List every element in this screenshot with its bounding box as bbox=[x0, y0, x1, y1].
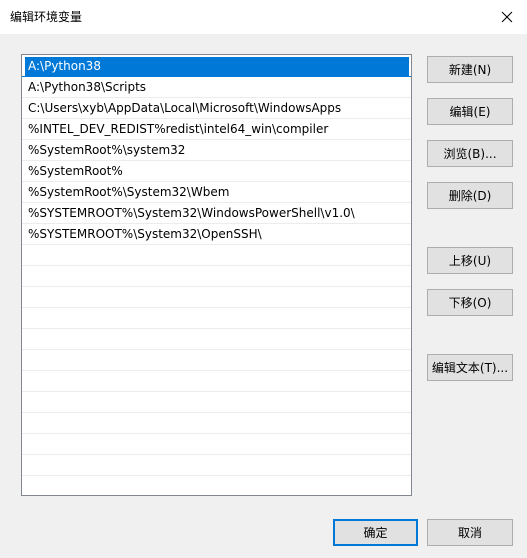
path-list-item[interactable]: %INTEL_DEV_REDIST%redist\intel64_win\com… bbox=[22, 119, 411, 140]
path-list-item-label: %SystemRoot%\System32\Wbem bbox=[28, 185, 230, 199]
path-list-empty-row[interactable] bbox=[22, 245, 411, 266]
path-list-empty-row[interactable] bbox=[22, 329, 411, 350]
new-button[interactable]: 新建(N) bbox=[427, 56, 513, 83]
path-list-item-label: C:\Users\xyb\AppData\Local\Microsoft\Win… bbox=[28, 101, 342, 115]
edit-button[interactable]: 编辑(E) bbox=[427, 98, 513, 125]
dialog-title: 编辑环境变量 bbox=[10, 10, 83, 24]
path-list-item-label: %INTEL_DEV_REDIST%redist\intel64_win\com… bbox=[28, 122, 329, 136]
path-list-empty-row[interactable] bbox=[22, 476, 411, 495]
path-list-item[interactable]: %SYSTEMROOT%\System32\WindowsPowerShell\… bbox=[22, 203, 411, 224]
path-list-empty-row[interactable] bbox=[22, 308, 411, 329]
path-list-item[interactable]: %SYSTEMROOT%\System32\OpenSSH\ bbox=[22, 224, 411, 245]
path-list-item-label: %SYSTEMROOT%\System32\WindowsPowerShell\… bbox=[28, 206, 355, 220]
delete-button[interactable]: 删除(D) bbox=[427, 182, 513, 209]
path-list-item-label: A:\Python38 bbox=[28, 59, 101, 73]
path-list-item-label: A:\Python38\Scripts bbox=[28, 80, 147, 94]
path-list-rows: A:\Python38 A:\Python38\Scripts C:\Users\x… bbox=[22, 56, 411, 495]
edit-environment-variable-dialog: 编辑环境变量 A:\Python38 A:\Python38\Scripts C:\… bbox=[0, 0, 527, 558]
title-bar: 编辑环境变量 bbox=[0, 0, 527, 34]
path-list-empty-row[interactable] bbox=[22, 371, 411, 392]
path-list-item[interactable]: A:\Python38 bbox=[22, 56, 411, 77]
ok-button[interactable]: 确定 bbox=[333, 519, 418, 546]
path-list-empty-row[interactable] bbox=[22, 287, 411, 308]
path-list-empty-row[interactable] bbox=[22, 350, 411, 371]
path-list-item-label: %SYSTEMROOT%\System32\OpenSSH\ bbox=[28, 227, 262, 241]
path-list-empty-row[interactable] bbox=[22, 434, 411, 455]
browse-button[interactable]: 浏览(B)... bbox=[427, 140, 513, 167]
close-icon bbox=[501, 11, 513, 23]
path-list-item[interactable]: %SystemRoot%\System32\Wbem bbox=[22, 182, 411, 203]
path-list-empty-row[interactable] bbox=[22, 455, 411, 476]
path-list-item[interactable]: %SystemRoot% bbox=[22, 161, 411, 182]
path-list-item[interactable]: C:\Users\xyb\AppData\Local\Microsoft\Win… bbox=[22, 98, 411, 119]
path-list-empty-row[interactable] bbox=[22, 266, 411, 287]
path-list-item[interactable]: %SystemRoot%\system32 bbox=[22, 140, 411, 161]
edit-text-button[interactable]: 编辑文本(T)... bbox=[427, 354, 513, 381]
path-list-empty-row[interactable] bbox=[22, 392, 411, 413]
path-list-item[interactable]: A:\Python38\Scripts bbox=[22, 77, 411, 98]
move-up-button[interactable]: 上移(U) bbox=[427, 247, 513, 274]
move-down-button[interactable]: 下移(O) bbox=[427, 289, 513, 316]
cancel-button[interactable]: 取消 bbox=[427, 519, 513, 546]
path-list[interactable]: A:\Python38 A:\Python38\Scripts C:\Users\x… bbox=[21, 54, 412, 496]
path-list-item-label: %SystemRoot% bbox=[28, 164, 123, 178]
path-list-empty-row[interactable] bbox=[22, 413, 411, 434]
path-list-item-label: %SystemRoot%\system32 bbox=[28, 143, 186, 157]
close-button[interactable] bbox=[487, 0, 527, 34]
